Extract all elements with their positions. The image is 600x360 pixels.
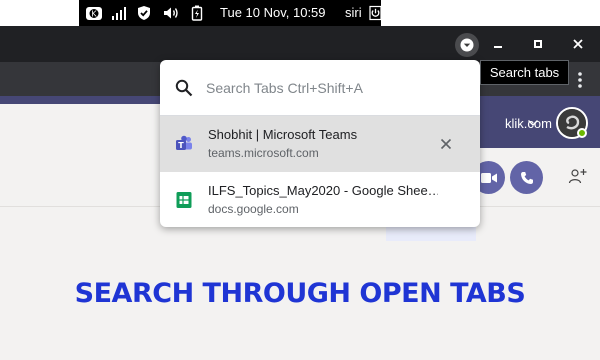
tab-result-teams[interactable]: T Shobhit | Microsoft Teams teams.micros… <box>160 116 480 172</box>
add-people-icon[interactable] <box>568 167 588 187</box>
power-icon[interactable] <box>369 5 382 21</box>
chevron-down-icon[interactable] <box>527 119 539 127</box>
tab-strip <box>0 26 600 62</box>
maximize-icon <box>534 40 542 48</box>
presence-badge <box>577 128 587 138</box>
video-camera-icon <box>480 172 497 183</box>
tab-title: Shobhit | Microsoft Teams <box>208 127 358 142</box>
close-window-button[interactable] <box>566 33 590 55</box>
tab-title: ILFS_Topics_May2020 - Google Shee… <box>208 183 438 198</box>
search-tabs-tooltip: Search tabs <box>480 60 569 85</box>
security-shield-icon[interactable] <box>136 5 152 21</box>
tab-host: docs.google.com <box>208 202 299 216</box>
clock[interactable]: Tue 10 Nov, 10:59 <box>220 5 326 20</box>
minimize-icon <box>494 46 502 48</box>
tab-host: teams.microsoft.com <box>208 146 319 160</box>
search-icon <box>175 79 193 97</box>
more-menu-icon[interactable] <box>574 70 586 90</box>
teams-icon: T <box>176 135 192 150</box>
svg-text:T: T <box>178 141 184 150</box>
minimize-button[interactable] <box>486 33 510 55</box>
chevron-down-icon <box>460 38 474 52</box>
volume-icon[interactable] <box>162 5 180 21</box>
svg-text:K: K <box>91 10 97 19</box>
search-row <box>160 60 480 116</box>
headline: SEARCH THROUGH OPEN TABS <box>74 278 526 309</box>
network-signal-icon[interactable] <box>111 5 127 21</box>
sheets-icon <box>176 192 192 208</box>
maximize-button[interactable] <box>526 33 550 55</box>
search-input[interactable] <box>206 76 466 100</box>
kde-connect-icon[interactable]: K <box>85 5 103 21</box>
system-tray: K Tue 10 Nov, 10:59 siri <box>79 0 382 26</box>
close-icon[interactable] <box>437 135 455 153</box>
audio-call-button[interactable] <box>510 161 543 194</box>
os-top-bar: K Tue 10 Nov, 10:59 siri <box>0 0 600 29</box>
tab-result-sheets[interactable]: ILFS_Topics_May2020 - Google Shee… docs.… <box>160 172 480 227</box>
tab-search-dialog: T Shobhit | Microsoft Teams teams.micros… <box>160 60 480 227</box>
battery-icon[interactable] <box>191 5 203 21</box>
user-name[interactable]: siri <box>345 5 362 20</box>
close-icon <box>573 39 583 49</box>
tab-search-button[interactable] <box>455 33 479 57</box>
phone-icon <box>520 171 533 184</box>
